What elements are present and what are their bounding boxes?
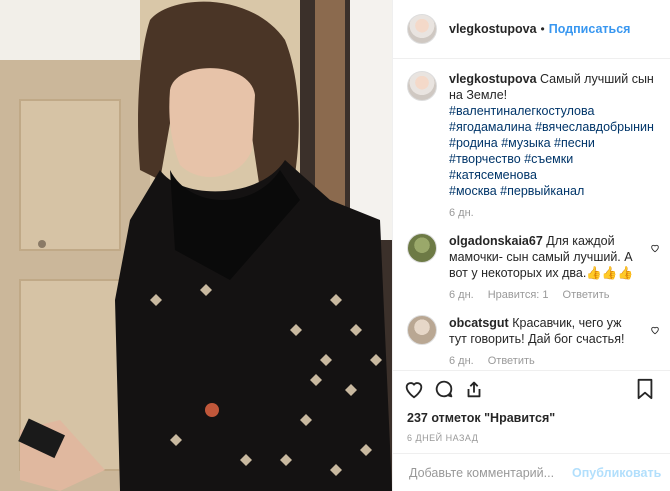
add-comment-bar: Опубликовать bbox=[393, 453, 670, 491]
share-icon[interactable] bbox=[459, 374, 489, 404]
avatar[interactable] bbox=[407, 14, 437, 44]
comment: olgadonskaia67 Для каждой мамочки- сын с… bbox=[407, 233, 660, 301]
hashtag[interactable]: #первыйканал bbox=[500, 184, 584, 198]
bookmark-icon[interactable] bbox=[630, 374, 660, 404]
comment-meta: 6 дн. Нравится: 1 Ответить bbox=[449, 289, 636, 301]
heart-icon[interactable] bbox=[650, 325, 660, 335]
header-username[interactable]: vlegkostupova bbox=[449, 22, 537, 36]
hashtag[interactable]: #катясеменова bbox=[449, 168, 537, 182]
post-details-panel: vlegkostupova • Подписаться vlegkostupov… bbox=[392, 0, 670, 491]
follow-button[interactable]: Подписаться bbox=[549, 22, 631, 36]
caption-meta: 6 дн. bbox=[449, 207, 660, 219]
photo-illustration bbox=[0, 0, 392, 491]
comment-text: olgadonskaia67 Для каждой мамочки- сын с… bbox=[449, 233, 636, 281]
comment-likes[interactable]: Нравится: 1 bbox=[488, 289, 549, 301]
hashtag[interactable]: #музыка bbox=[501, 136, 550, 150]
comment: obcatsgut Красавчик, чего уж тут говорит… bbox=[407, 315, 660, 367]
separator-dot: • bbox=[540, 22, 545, 36]
likes-count[interactable]: 237 отметок "Нравится" bbox=[393, 411, 670, 425]
hashtag[interactable]: #творчество bbox=[449, 152, 521, 166]
post-photo[interactable] bbox=[0, 0, 392, 491]
comment-text: obcatsgut Красавчик, чего уж тут говорит… bbox=[449, 315, 636, 347]
comment-icon[interactable] bbox=[429, 374, 459, 404]
avatar[interactable] bbox=[407, 315, 437, 345]
hashtag[interactable]: #валентиналегкостулова bbox=[449, 104, 594, 118]
hashtag[interactable]: #родина bbox=[449, 136, 498, 150]
hashtag[interactable]: #ягодамалина bbox=[449, 120, 532, 134]
comment-username[interactable]: obcatsgut bbox=[449, 316, 509, 330]
post-header: vlegkostupova • Подписаться bbox=[393, 0, 670, 59]
comment-username[interactable]: olgadonskaia67 bbox=[449, 234, 543, 248]
reply-button[interactable]: Ответить bbox=[563, 289, 610, 301]
publish-button[interactable]: Опубликовать bbox=[572, 466, 661, 480]
heart-icon[interactable] bbox=[399, 374, 429, 404]
timestamp[interactable]: 6 дн. bbox=[449, 207, 474, 219]
hashtag[interactable]: #вячеславдобрынин bbox=[535, 120, 654, 134]
caption: vlegkostupova Самый лучший сын на Земле!… bbox=[407, 71, 660, 219]
avatar[interactable] bbox=[407, 233, 437, 263]
reply-button[interactable]: Ответить bbox=[488, 355, 535, 367]
avatar[interactable] bbox=[407, 71, 437, 101]
heart-icon[interactable] bbox=[650, 243, 660, 253]
instagram-post: vlegkostupova • Подписаться vlegkostupov… bbox=[0, 0, 670, 491]
caption-text: vlegkostupova Самый лучший сын на Земле!… bbox=[449, 71, 660, 199]
hashtag[interactable]: #москва bbox=[449, 184, 497, 198]
hashtag[interactable]: #песни bbox=[554, 136, 595, 150]
timestamp[interactable]: 6 дн. bbox=[449, 289, 474, 301]
action-bar bbox=[393, 370, 670, 407]
comments-list: vlegkostupova Самый лучший сын на Земле!… bbox=[393, 59, 670, 370]
comment-meta: 6 дн. Ответить bbox=[449, 355, 636, 367]
comment-input[interactable] bbox=[407, 464, 572, 481]
timestamp[interactable]: 6 дн. bbox=[449, 355, 474, 367]
hashtag[interactable]: #съемки bbox=[524, 152, 573, 166]
post-date[interactable]: 6 ДНЕЙ НАЗАД bbox=[393, 425, 670, 453]
caption-username[interactable]: vlegkostupova bbox=[449, 72, 537, 86]
